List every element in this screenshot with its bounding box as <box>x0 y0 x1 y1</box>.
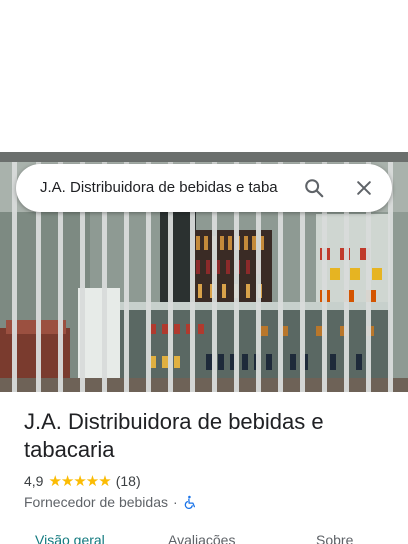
wheelchair-icon <box>184 495 195 510</box>
search-bar[interactable]: J.A. Distribuidora de bebidas e taba <box>16 164 392 212</box>
place-category: Fornecedor de bebidas <box>24 494 168 510</box>
close-icon <box>357 181 371 195</box>
separator-dot: · <box>173 494 178 510</box>
rating-value: 4,9 <box>24 473 44 489</box>
close-button[interactable] <box>350 174 378 202</box>
search-input[interactable]: J.A. Distribuidora de bebidas e taba <box>40 178 296 198</box>
top-blank-area <box>0 0 408 152</box>
search-icon <box>305 179 324 198</box>
tab-about[interactable]: Sobre <box>316 532 353 544</box>
tab-reviews[interactable]: Avaliações <box>168 532 235 544</box>
rating-row[interactable]: 4,9 ★★★★★ (18) <box>24 471 141 491</box>
search-button[interactable] <box>300 174 328 202</box>
reviews-count[interactable]: (18) <box>116 473 141 489</box>
place-title: J.A. Distribuidora de bebidas e tabacari… <box>24 409 324 462</box>
rating-stars: ★★★★★ <box>48 473 111 490</box>
tab-bar: Visão geral Avaliações Sobre <box>0 528 408 544</box>
category-row: Fornecedor de bebidas · <box>24 492 197 512</box>
tab-overview[interactable]: Visão geral <box>35 532 105 544</box>
